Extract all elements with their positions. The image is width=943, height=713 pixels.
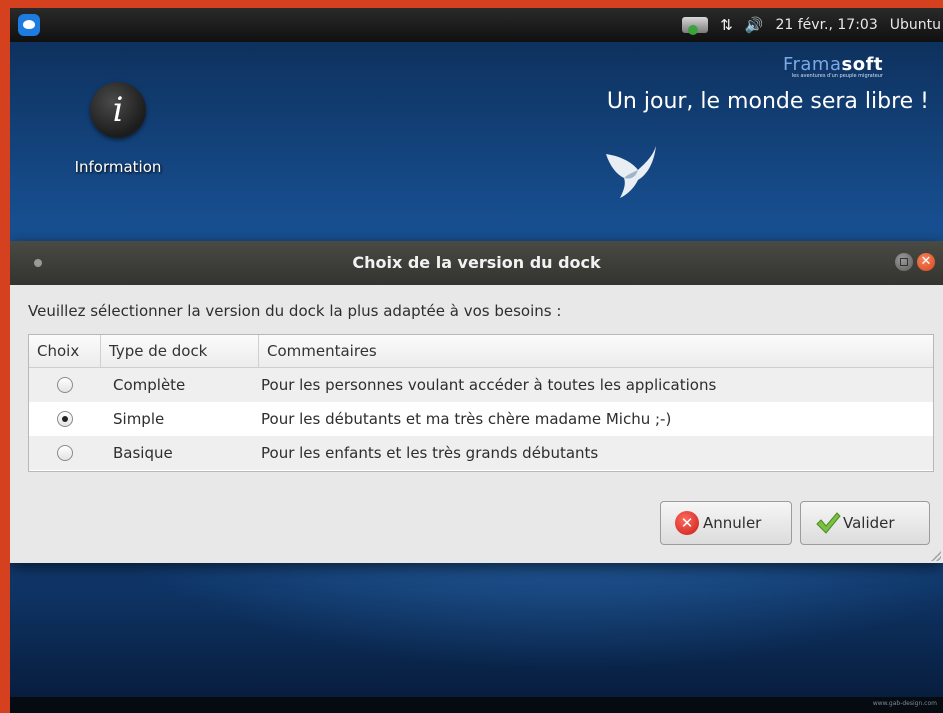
table-header: Choix Type de dock Commentaires <box>29 335 933 368</box>
dialog-prompt: Veuillez sélectionner la version du dock… <box>28 302 562 320</box>
dock-type-table: Choix Type de dock Commentaires Complète… <box>28 334 934 472</box>
comment-cell: Pour les personnes voulant accéder à tou… <box>261 376 717 394</box>
maximize-button[interactable] <box>895 253 913 271</box>
radio-complete[interactable] <box>57 377 73 393</box>
radio-simple[interactable] <box>57 411 73 427</box>
dock-type-cell: Basique <box>113 444 173 462</box>
table-row[interactable]: Basique Pour les enfants et les très gra… <box>29 436 933 470</box>
dock-type-cell: Simple <box>113 410 165 428</box>
wallpaper-slogan: Un jour, le monde sera libre ! <box>606 89 929 114</box>
radio-basique[interactable] <box>57 445 73 461</box>
close-icon[interactable]: ✕ <box>917 253 935 271</box>
volume-icon[interactable]: 🔊 <box>745 16 764 34</box>
xfce-menu-icon[interactable] <box>18 14 40 36</box>
updown-arrows-icon[interactable]: ⇅ <box>720 16 733 34</box>
brand-suffix: soft <box>841 54 883 75</box>
cancel-button-label: Annuler <box>703 514 762 532</box>
cancel-icon: ✕ <box>675 511 699 535</box>
system-tray: ⇅ 🔊 21 févr., 17:03 Ubuntu <box>682 8 943 42</box>
comment-cell: Pour les enfants et les très grands débu… <box>261 444 599 462</box>
dock-type-cell: Complète <box>113 376 186 394</box>
clock[interactable]: 21 févr., 17:03 <box>775 17 877 33</box>
hostname-label: Ubuntu <box>889 17 941 33</box>
checkmark-icon <box>816 512 841 534</box>
table-row[interactable]: Simple Pour les débutants et ma très chè… <box>29 402 933 436</box>
cancel-button[interactable]: ✕ Annuler <box>660 501 792 545</box>
comment-cell: Pour les débutants et ma très chère mada… <box>261 410 672 428</box>
wallpaper-credits: www.gab-design.com <box>872 700 937 707</box>
dialog-title: Choix de la version du dock <box>352 253 601 272</box>
validate-button[interactable]: Valider <box>800 501 930 545</box>
brand-prefix: Frama <box>782 54 842 75</box>
wallpaper-branding: Framasoft les aventures d'un peuple migr… <box>607 54 929 114</box>
column-header-choix[interactable]: Choix <box>29 335 101 367</box>
validate-button-label: Valider <box>843 514 895 532</box>
framasoft-logo: Framasoft <box>607 54 883 75</box>
swallow-bird-icon <box>606 146 656 198</box>
column-header-commentaires[interactable]: Commentaires <box>259 335 933 367</box>
column-header-type[interactable]: Type de dock <box>101 335 259 367</box>
desktop-screen: ⇅ 🔊 21 févr., 17:03 Ubuntu i Information… <box>10 8 943 713</box>
information-icon: i <box>90 82 146 138</box>
dock-choice-dialog: Choix de la version du dock ✕ Veuillez s… <box>10 241 943 563</box>
top-panel: ⇅ 🔊 21 févr., 17:03 Ubuntu <box>10 8 943 42</box>
table-row[interactable]: Complète Pour les personnes voulant accé… <box>29 368 933 402</box>
resize-grip-icon[interactable] <box>931 551 941 561</box>
desktop-icon-information[interactable]: i Information <box>58 82 178 176</box>
network-manager-icon[interactable] <box>682 17 709 35</box>
dialog-titlebar[interactable]: Choix de la version du dock ✕ <box>10 241 943 285</box>
bottom-strip: www.gab-design.com <box>10 697 943 713</box>
desktop-icon-label: Information <box>74 158 162 176</box>
brand-tagline: les aventures d'un peuple migrateur <box>791 73 883 79</box>
window-menu-icon[interactable] <box>34 259 42 267</box>
